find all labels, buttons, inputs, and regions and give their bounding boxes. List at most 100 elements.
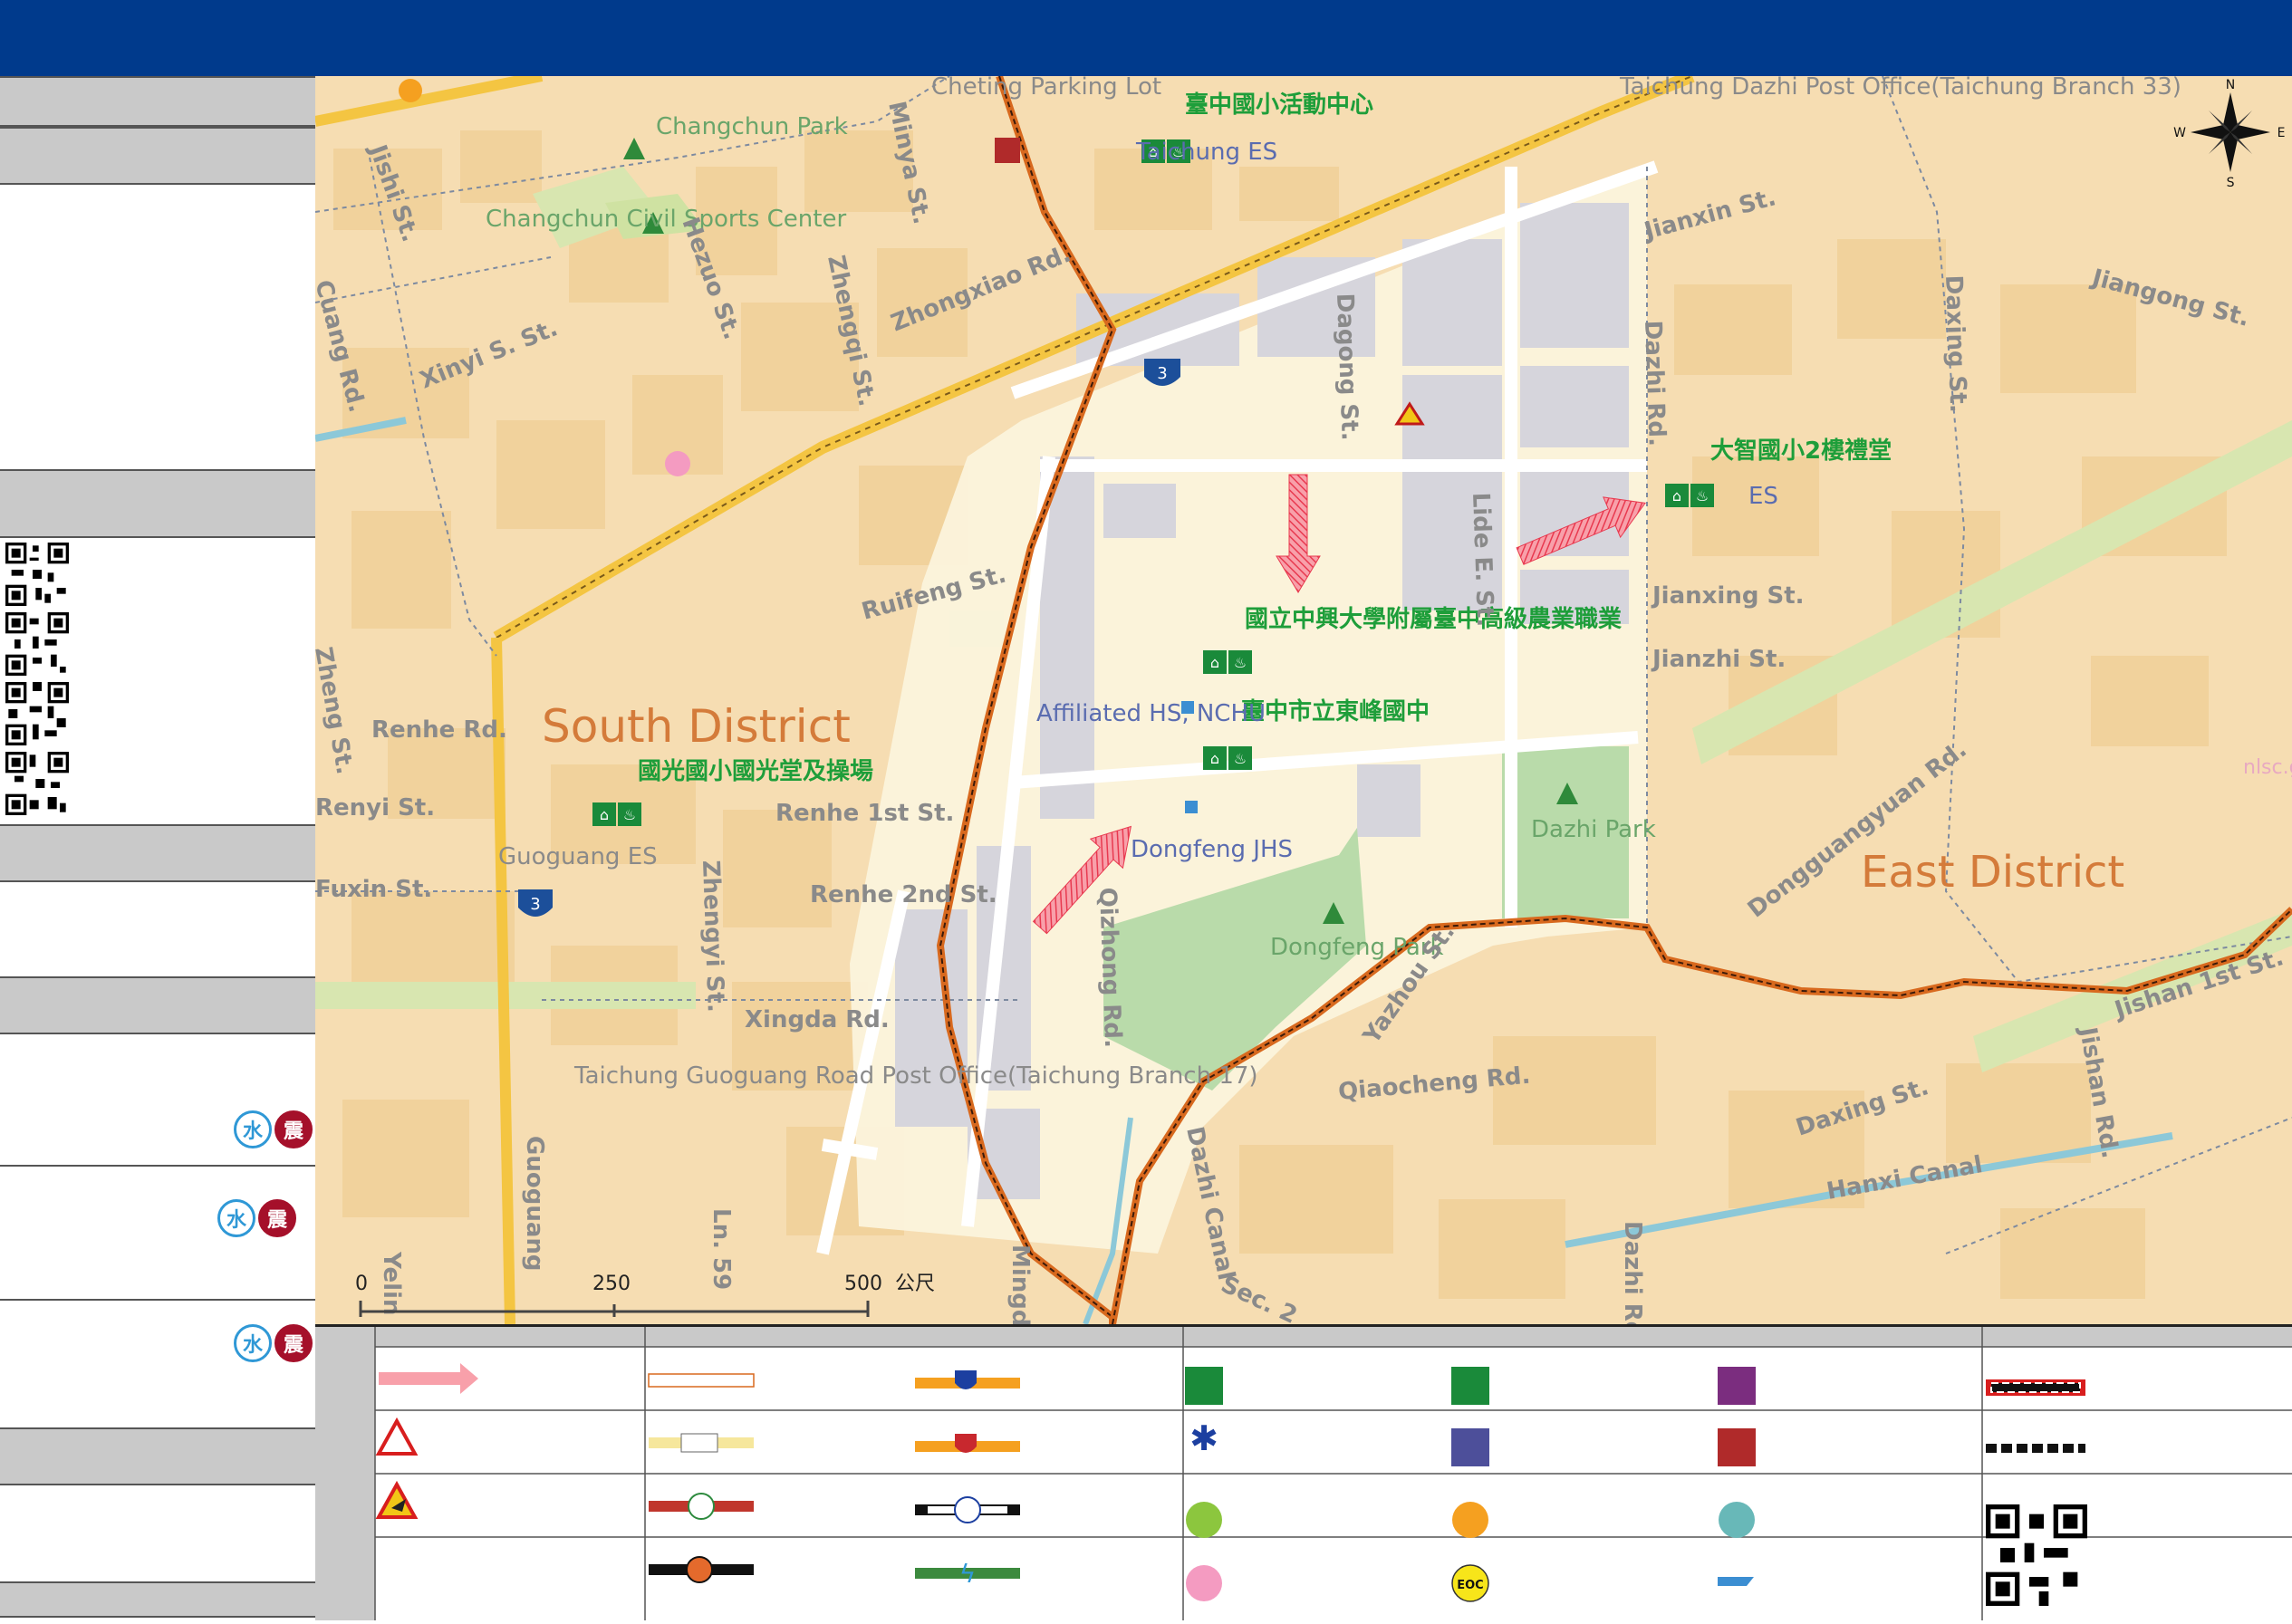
health-center-icon xyxy=(665,451,690,476)
street-label: Dagong St. xyxy=(1331,293,1363,441)
legend-disability-icon xyxy=(1186,1502,1222,1538)
svg-text:公尺: 公尺 xyxy=(895,1273,935,1295)
legend-warning-icon xyxy=(375,1417,419,1456)
earthquake-hazard-icon: 震 xyxy=(274,1324,313,1362)
legend-road-white xyxy=(648,1373,755,1388)
earthquake-hazard-icon: 震 xyxy=(258,1199,296,1237)
svg-text:3: 3 xyxy=(530,895,540,914)
legend-road-blue-shield xyxy=(915,1370,1020,1389)
south-district-label: South District xyxy=(542,700,851,753)
legend-fire-station-icon xyxy=(1718,1428,1756,1466)
legend-evac-shelter-icon xyxy=(1185,1367,1223,1405)
svg-text:♨: ♨ xyxy=(623,806,636,823)
flood-hazard-icon: 水 xyxy=(234,1110,272,1148)
svg-text:♨: ♨ xyxy=(1696,487,1709,504)
legend-helipad-icon xyxy=(1718,1577,1754,1586)
facility-label: 國立中興大學附屬臺中高級農業職業 xyxy=(1245,605,1622,633)
flood-hazard-icon: 水 xyxy=(217,1199,255,1237)
legend-indoor-shelter-icon xyxy=(1451,1367,1489,1405)
legend-child-care-icon xyxy=(1719,1502,1755,1538)
street-label: Changchun Civil Sports Center xyxy=(486,206,846,233)
legend-medical-icon: ✱ xyxy=(1189,1418,1218,1458)
flood-hazard-icon: 水 xyxy=(234,1324,272,1362)
svg-text:⌂: ⌂ xyxy=(1672,487,1681,504)
qr-code-1[interactable] xyxy=(5,543,69,606)
facility-label: 臺中市立東峰國中 xyxy=(1241,697,1430,726)
svg-text:3: 3 xyxy=(1157,364,1167,383)
qr-code-4[interactable] xyxy=(5,752,69,815)
street-label: Dazhi Park xyxy=(1531,816,1656,843)
street-label: Jianxing St. xyxy=(1651,582,1805,610)
street-label: Xingda Rd. xyxy=(745,1006,890,1033)
legend-rail-line xyxy=(915,1496,1020,1523)
street-label: Renhe Rd. xyxy=(371,716,507,744)
legend-road-red-shield xyxy=(915,1434,1020,1453)
street-label: Daxing St. xyxy=(1940,274,1971,413)
svg-text:S: S xyxy=(2227,176,2235,190)
sidebar-header-5 xyxy=(0,976,315,1034)
facility-label: 大智國小2樓禮堂 xyxy=(1710,437,1892,465)
street-label: Fuxin St. xyxy=(315,876,432,903)
legend-landslide-icon xyxy=(375,1480,419,1519)
legend-road-badge xyxy=(649,1556,754,1583)
svg-text:♨: ♨ xyxy=(1234,750,1247,767)
street-label: Renyi St. xyxy=(315,794,435,822)
street-label: Zhengyi St. xyxy=(697,860,729,1013)
street-label: Dazhi Rd. xyxy=(1639,320,1671,447)
sidebar-header-7 xyxy=(0,1581,315,1618)
evacuation-map[interactable]: ⌂ ♨ ⌂ ♨ ⌂ ♨ ⌂ ♨ ⌂ ♨ 3 3 South District East D… xyxy=(315,76,2292,1324)
legend-health-center-icon xyxy=(1186,1565,1222,1601)
facility-label: 臺中國小活動中心 xyxy=(1185,91,1373,119)
street-label: Dazhi Rd. xyxy=(1619,1221,1646,1324)
svg-text:⌂: ⌂ xyxy=(1210,654,1219,671)
legend-district-boundary xyxy=(1986,1379,2085,1396)
earthquake-hazard-icon: 震 xyxy=(274,1110,313,1148)
svg-text:♨: ♨ xyxy=(1234,654,1247,671)
street-label: Yelin xyxy=(378,1251,405,1315)
info-sidebar: 水 震 水 震 水 震 xyxy=(0,76,318,1618)
svg-text:500: 500 xyxy=(844,1273,882,1295)
street-label: Taichung Guoguang Road Post Office(Taich… xyxy=(573,1062,1258,1090)
street-label: Guoguang ES xyxy=(498,843,658,870)
sidebar-header-6 xyxy=(0,1427,315,1485)
svg-text:⌂: ⌂ xyxy=(1210,750,1219,767)
svg-text:N: N xyxy=(2226,78,2235,92)
sidebar-divider xyxy=(0,1299,315,1301)
svg-text:250: 250 xyxy=(592,1273,631,1295)
legend-police-badge-icon xyxy=(1451,1428,1489,1466)
street-label: Renhe 2nd St. xyxy=(810,881,997,908)
qr-code-2[interactable] xyxy=(5,612,69,676)
legend-road-yellow xyxy=(649,1433,754,1453)
svg-text:W: W xyxy=(2173,126,2186,140)
fire-station-icon xyxy=(995,138,1020,163)
legend-evac-arrow xyxy=(379,1363,478,1394)
hazard-icons-row3: 水 震 xyxy=(234,1324,313,1362)
street-label: Qizhong Rd. xyxy=(1093,887,1126,1048)
facility-label: 國光國小國光堂及操場 xyxy=(638,758,873,785)
svg-text:0: 0 xyxy=(355,1273,368,1295)
elderly-care-icon xyxy=(399,79,422,102)
street-label: Guoguang xyxy=(521,1136,548,1272)
sidebar-header-2 xyxy=(0,127,315,185)
qr-code-3[interactable] xyxy=(5,682,69,745)
legend-elderly-icon xyxy=(1452,1502,1488,1538)
legend-road-flower xyxy=(649,1493,754,1520)
sidebar-divider xyxy=(0,1165,315,1167)
sidebar-header-4 xyxy=(0,824,315,882)
street-label: ES xyxy=(1748,483,1778,510)
legend-qr-code[interactable] xyxy=(1986,1504,2087,1606)
street-label: Changchun Park xyxy=(656,113,848,140)
east-district-label: East District xyxy=(1861,847,2124,898)
hazard-icons-row2: 水 震 xyxy=(217,1199,296,1237)
watermark-label: nlsc.gov xyxy=(2243,756,2292,779)
hazard-icons-row1: 水 震 xyxy=(234,1110,313,1148)
title-bar xyxy=(0,0,2292,78)
street-label: Taichung ES xyxy=(1135,139,1277,166)
legend-side-column xyxy=(315,1327,375,1620)
svg-text:ϟ: ϟ xyxy=(959,1559,976,1589)
street-label: Jianzhi St. xyxy=(1651,646,1786,673)
legend-header-row xyxy=(315,1327,2292,1347)
legend-hsr-line: ϟ xyxy=(915,1559,1020,1589)
sidebar-header-3 xyxy=(0,469,315,538)
street-label: Mingde xyxy=(1006,1244,1034,1324)
